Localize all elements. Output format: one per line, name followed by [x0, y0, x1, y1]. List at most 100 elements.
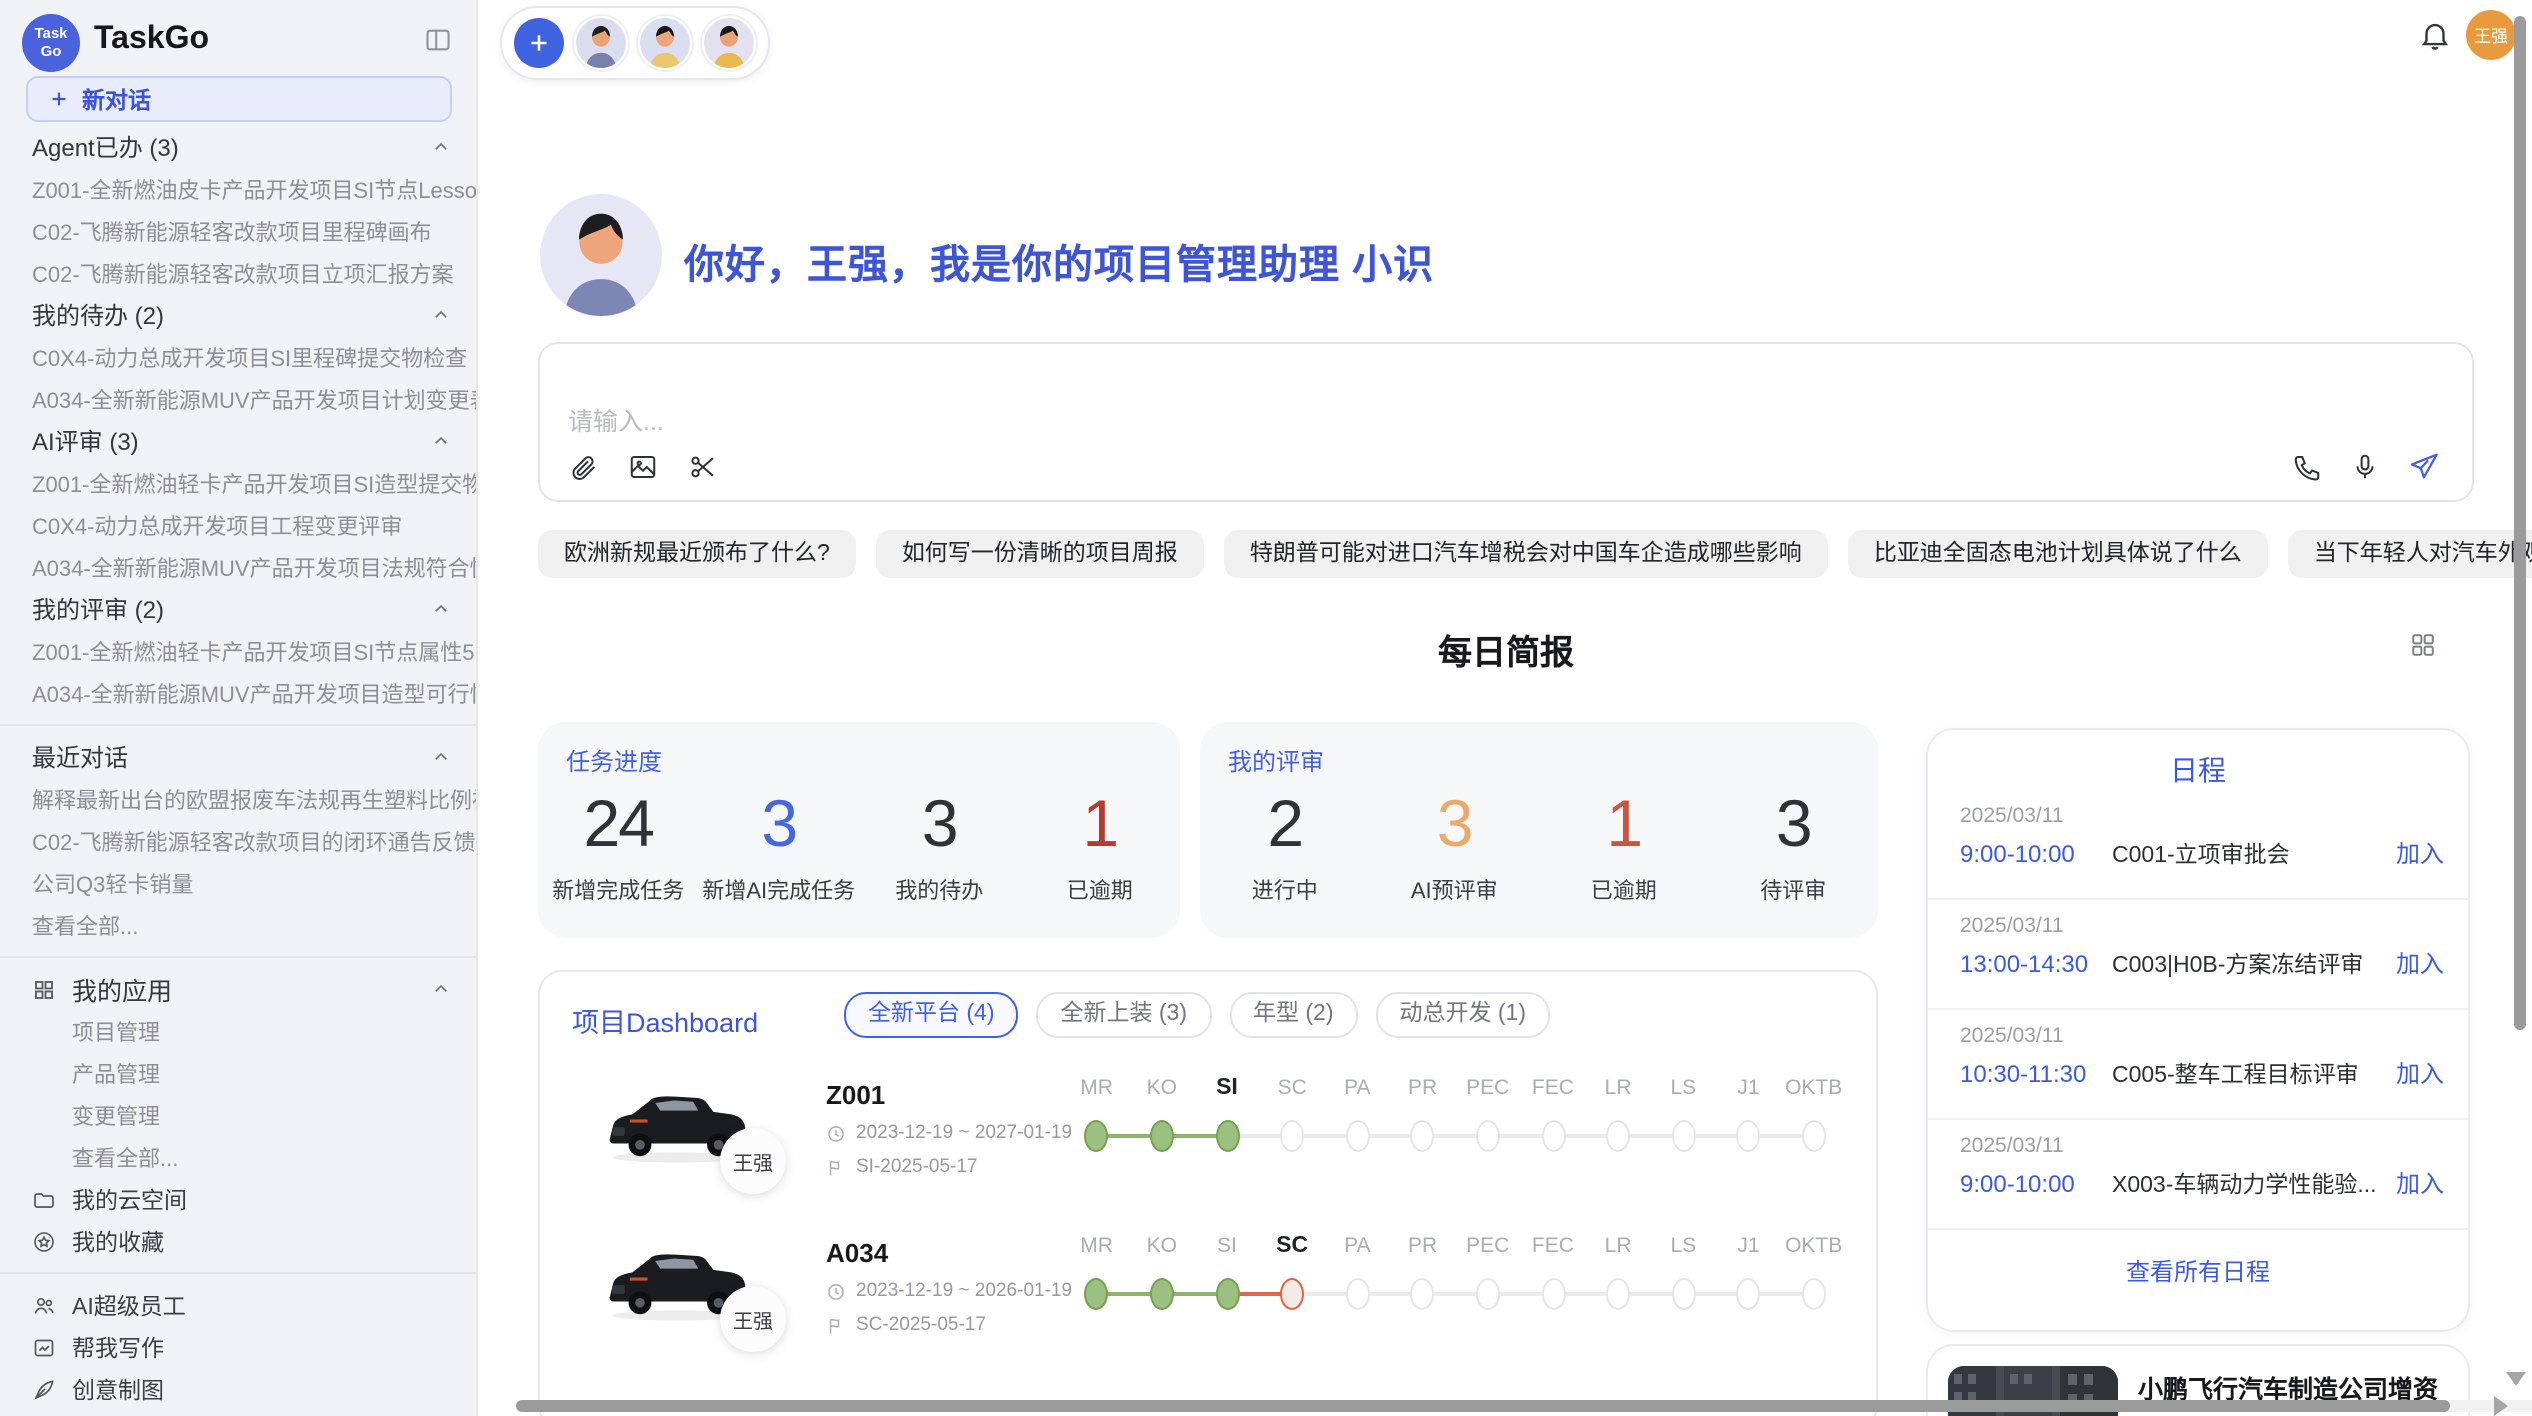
sidebar-section-header[interactable]: 我的评审 (2) [0, 588, 476, 630]
recent-chat-item[interactable]: C02-飞腾新能源轻客改款项目的闭环通告反馈情况 [0, 820, 476, 862]
sidebar-section-header[interactable]: Agent已办 (3) [0, 126, 476, 168]
microphone-icon[interactable] [2350, 451, 2380, 481]
sidebar-section-header[interactable]: AI评审 (3) [0, 420, 476, 462]
view-all-schedule-link[interactable]: 查看所有日程 [1928, 1230, 2468, 1310]
sidebar-tool-pen[interactable]: 创意制图 [0, 1368, 476, 1410]
notification-bell-icon[interactable] [2418, 18, 2452, 52]
scroll-right-arrow[interactable] [2494, 1396, 2508, 1416]
dashboard-tabs: 全新平台 (4) 全新上装 (3) 年型 (2) 动总开发 (1) [844, 992, 1550, 1038]
sidebar-link-star-badge[interactable]: 我的收藏 [0, 1220, 476, 1262]
milestone-label: FEC [1520, 1072, 1585, 1104]
send-icon[interactable] [2408, 450, 2440, 482]
tool-label: 创意制图 [72, 1373, 164, 1405]
milestone-dot-pa [1345, 1120, 1369, 1152]
milestone-dot-oktb [1802, 1120, 1826, 1152]
dashboard-tab[interactable]: 动总开发 (1) [1376, 992, 1551, 1038]
schedule-entry: 2025/03/11 13:00-14:30C003|H0B-方案冻结评审加入 [1928, 900, 2468, 1010]
my-review-card: 我的评审2进行中3AI预评审1已逾期3待评审 [1200, 722, 1878, 938]
chevron-up-icon [432, 432, 450, 450]
app-sub-item[interactable]: 项目管理 [0, 1010, 476, 1052]
sidebar-item[interactable]: A034-全新新能源MUV产品开发项目法规符合性评审 [0, 546, 476, 588]
avatar[interactable] [702, 16, 756, 70]
sidebar-tool-users[interactable]: AI超级员工 [0, 1284, 476, 1326]
sidebar-link-cloud-folder[interactable]: 我的云空间 [0, 1178, 476, 1220]
stat-label: 待评审 [1709, 874, 1879, 906]
schedule-date: 2025/03/11 [1960, 914, 2064, 938]
join-link[interactable]: 加入 [2396, 836, 2444, 870]
new-session-button[interactable] [514, 18, 564, 68]
sidebar-item[interactable]: C02-飞腾新能源轻客改款项目里程碑画布 [0, 210, 476, 252]
join-link[interactable]: 加入 [2396, 1166, 2444, 1200]
voice-call-icon[interactable] [2292, 451, 2322, 481]
avatar[interactable] [638, 16, 692, 70]
milestone-label: SI [1194, 1072, 1259, 1104]
sidebar-item[interactable]: A034-全新新能源MUV产品开发项目计划变更表编写 [0, 378, 476, 420]
sidebar: Task Go TaskGo 新对话 Agent已办 (3)Z001-全新燃油皮… [0, 0, 478, 1416]
sidebar-item[interactable]: C02-飞腾新能源轻客改款项目立项汇报方案 [0, 252, 476, 294]
schedule-event: C005-整车工程目标评审 [2112, 1057, 2384, 1089]
new-chat-button[interactable]: 新对话 [26, 76, 452, 122]
recent-chats-header[interactable]: 最近对话 [0, 736, 476, 778]
milestone-labels: MRKOSISCPAPRPECFECLRLSJ1OKTB [1064, 1230, 1848, 1262]
dashboard-tab[interactable]: 全新平台 (4) [844, 992, 1019, 1038]
app-sub-item[interactable]: 变更管理 [0, 1094, 476, 1136]
join-link[interactable]: 加入 [2396, 946, 2444, 980]
recent-chat-item[interactable]: 查看全部... [0, 904, 476, 946]
schedule-event: C003|H0B-方案冻结评审 [2112, 947, 2384, 979]
recent-chat-item[interactable]: 公司Q3轻卡销量 [0, 862, 476, 904]
owner-badge: 王强 [720, 1286, 786, 1352]
suggestion-chip[interactable]: 比亚迪全固态电池计划具体说了什么 [1848, 530, 2268, 578]
avatar[interactable] [574, 16, 628, 70]
greeting-text: 你好，王强，我是你的项目管理助理 小识 [684, 232, 1434, 290]
milestone-label: PA [1325, 1072, 1390, 1104]
recent-chat-item[interactable]: 解释最新出台的欧盟报废车法规再生塑料比例被调至15%... [0, 778, 476, 820]
sidebar-item[interactable]: C0X4-动力总成开发项目工程变更评审 [0, 504, 476, 546]
suggestion-chip[interactable]: 特朗普可能对进口汽车增税会对中国车企造成哪些影响 [1224, 530, 1828, 578]
stat-label: AI预评审 [1370, 874, 1540, 906]
milestone-dot-j1 [1737, 1120, 1761, 1152]
suggestion-chip[interactable]: 欧洲新规最近颁布了什么? [538, 530, 856, 578]
milestone-dot-pa [1345, 1278, 1369, 1310]
milestone-dot-si [1215, 1278, 1239, 1310]
schedule-date: 2025/03/11 [1960, 1024, 2064, 1048]
scroll-down-arrow[interactable] [2506, 1372, 2526, 1386]
horizontal-scrollbar-thumb[interactable] [516, 1400, 2450, 1412]
app-sub-item[interactable]: 查看全部... [0, 1136, 476, 1178]
divider [0, 724, 476, 726]
milestone-dot-ko [1150, 1120, 1174, 1152]
project-dates-text: 2023-12-19 ~ 2027-01-19 [856, 1122, 1072, 1144]
dashboard-tab[interactable]: 年型 (2) [1229, 992, 1358, 1038]
stat-value: 1 [1539, 788, 1709, 860]
join-link[interactable]: 加入 [2396, 1056, 2444, 1090]
sidebar-tool-write[interactable]: 帮我写作 [0, 1326, 476, 1368]
suggestion-chip[interactable]: 如何写一份清晰的项目周报 [876, 530, 1204, 578]
sidebar-item[interactable]: C0X4-动力总成开发项目SI里程碑提交物检查 [0, 336, 476, 378]
schedule-row: 13:00-14:30C003|H0B-方案冻结评审加入 [1960, 946, 2444, 980]
sidebar-item[interactable]: Z001-全新燃油皮卡产品开发项目SI节点Lesson Learn报告 [0, 168, 476, 210]
user-avatar[interactable]: 王强 [2466, 10, 2516, 60]
dashboard-tab[interactable]: 全新上装 (3) [1037, 992, 1212, 1038]
chat-input[interactable]: 请输入... [538, 342, 2474, 502]
briefing-layout-icon[interactable] [2410, 632, 2436, 658]
app-sub-item[interactable]: 产品管理 [0, 1052, 476, 1094]
sidebar-section-header[interactable]: 我的待办 (2) [0, 294, 476, 336]
stat-value: 1 [1020, 788, 1181, 860]
logo-line2: Go [41, 43, 62, 60]
milestone-track [1064, 1116, 1848, 1156]
my-apps-header[interactable]: 我的应用 [0, 968, 476, 1010]
scissors-icon[interactable] [688, 452, 718, 482]
section-title: 我的评审 (2) [32, 592, 164, 626]
suggestion-chip[interactable]: 当下年轻人对汽车外观有怎样的喜好趋势 [2288, 530, 2532, 578]
collapse-sidebar-icon[interactable] [424, 26, 452, 54]
attachment-icon[interactable] [568, 452, 598, 482]
chevron-up-icon [432, 600, 450, 618]
stat-value: 3 [1709, 788, 1879, 860]
sidebar-item[interactable]: Z001-全新燃油轻卡产品开发项目SI造型提交物评审 [0, 462, 476, 504]
sidebar-item[interactable]: Z001-全新燃油轻卡产品开发项目SI节点属性5D文件评审 [0, 630, 476, 672]
milestone-dot-pr [1411, 1278, 1435, 1310]
image-upload-icon[interactable] [628, 452, 658, 482]
vertical-scrollbar-thumb[interactable] [2514, 16, 2526, 1030]
sidebar-item[interactable]: A034-全新新能源MUV产品开发项目造型可行性评审 [0, 672, 476, 714]
milestone-label: SI [1194, 1230, 1259, 1262]
milestone-label: FEC [1520, 1230, 1585, 1262]
